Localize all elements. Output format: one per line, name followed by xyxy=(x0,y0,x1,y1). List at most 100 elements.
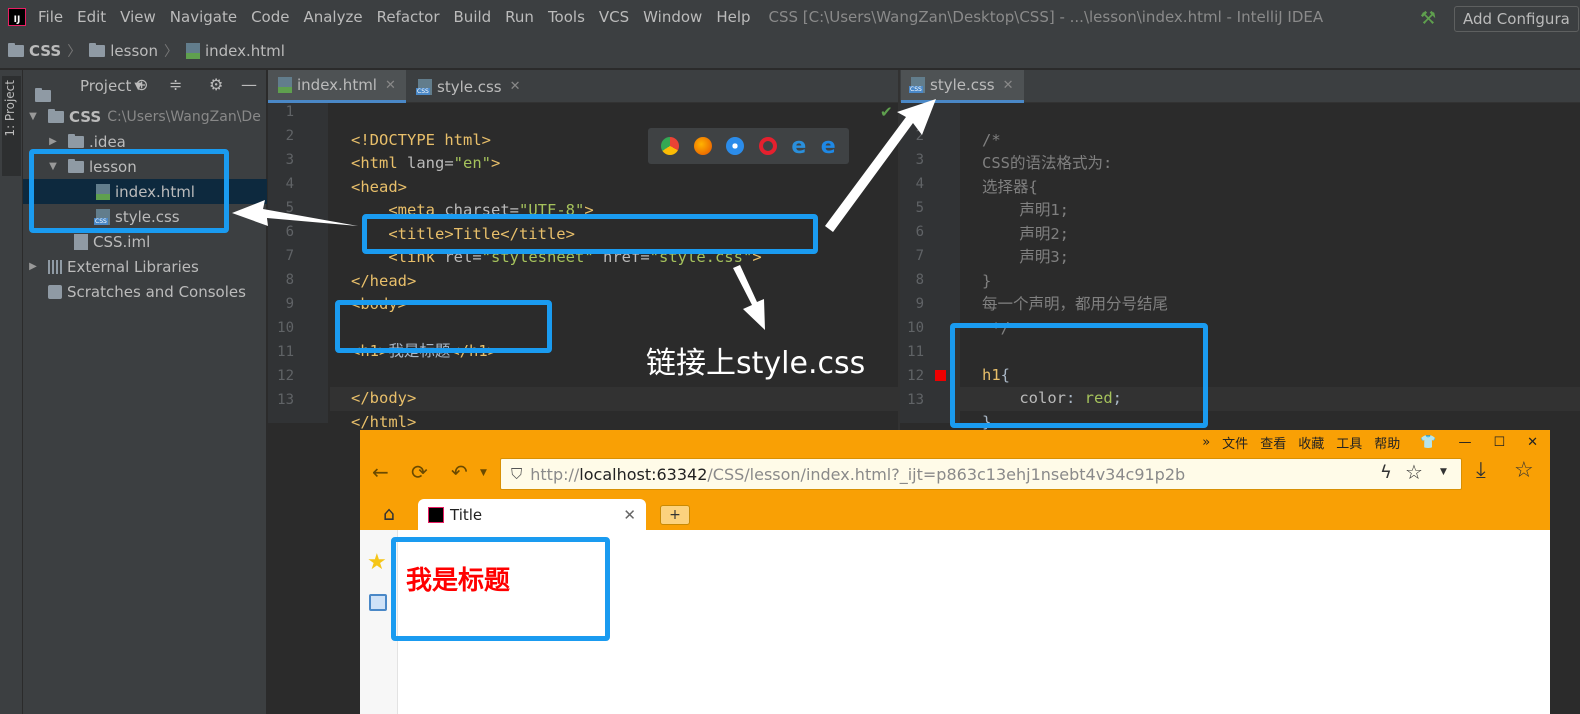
address-bar[interactable]: ⛉ http://localhost:63342/CSS/lesson/inde… xyxy=(500,458,1462,490)
line-number: 11 xyxy=(277,344,294,360)
close-icon[interactable]: ✕ xyxy=(1527,435,1538,450)
breadcrumb-label: lesson xyxy=(110,41,158,60)
internet-explorer-icon[interactable]: e xyxy=(791,134,806,159)
new-tab-button[interactable]: + xyxy=(660,505,690,525)
tab-style-css[interactable]: style.css ✕ xyxy=(408,70,531,103)
opera-icon[interactable] xyxy=(758,137,777,155)
menu-navigate[interactable]: Navigate xyxy=(170,8,237,26)
line-number: 12 xyxy=(277,368,294,384)
code-line-5: 声明2; xyxy=(982,223,1168,247)
menu-analyze[interactable]: Analyze xyxy=(303,8,362,26)
browser-tab-title[interactable]: Title ✕ xyxy=(418,499,646,531)
menu-refactor[interactable]: Refactor xyxy=(377,8,440,26)
breadcrumb-css[interactable]: CSS 〉 xyxy=(0,41,81,61)
line-number: 10 xyxy=(277,320,294,336)
add-configuration-button[interactable]: Add Configura xyxy=(1454,6,1579,32)
line-number: 10 xyxy=(907,320,924,336)
skin-shirt-icon[interactable]: 👕 xyxy=(1420,435,1436,450)
build-hammer-icon[interactable]: ⚒ xyxy=(1420,8,1436,29)
html-file-icon xyxy=(278,77,292,93)
code-token: > xyxy=(491,154,501,172)
tree-item-external-libraries[interactable]: ▶ External Libraries xyxy=(23,254,267,279)
tree-item-label: .idea xyxy=(89,132,126,151)
menu-window[interactable]: Window xyxy=(643,8,702,26)
line-number: 11 xyxy=(907,344,924,360)
browser-menu-tools[interactable]: 工具 xyxy=(1336,433,1362,452)
edge-icon[interactable]: e xyxy=(821,134,836,159)
close-icon[interactable]: ✕ xyxy=(1003,78,1014,93)
breakpoint-color-icon[interactable] xyxy=(935,370,946,381)
maximize-icon[interactable]: ☐ xyxy=(1493,435,1505,450)
menu-edit[interactable]: Edit xyxy=(77,8,106,26)
expanded-triangle-icon[interactable]: ▼ xyxy=(26,111,40,122)
collapsed-triangle-icon[interactable]: ▶ xyxy=(26,261,40,272)
project-view-dropdown[interactable]: Project xyxy=(80,77,131,95)
locate-crosshair-icon[interactable]: ⊕ xyxy=(135,75,148,94)
collapse-all-icon[interactable]: ≑ xyxy=(169,75,182,94)
library-icon xyxy=(48,259,62,274)
code-token: <!DOCTYPE html> xyxy=(351,130,491,149)
close-icon[interactable]: ✕ xyxy=(623,506,636,524)
folder-icon xyxy=(89,42,106,57)
code-token: </html> xyxy=(351,412,417,431)
close-icon[interactable]: ✕ xyxy=(510,79,521,94)
tab-label: index.html xyxy=(297,76,377,94)
firefox-icon[interactable] xyxy=(693,137,712,155)
menu-tools[interactable]: Tools xyxy=(548,8,585,26)
menu-run[interactable]: Run xyxy=(505,8,534,26)
tree-item-label: CSS.iml xyxy=(93,232,151,251)
menu-file[interactable]: File xyxy=(38,8,63,26)
close-icon[interactable]: ✕ xyxy=(385,78,396,93)
browser-menu-view[interactable]: 查看 xyxy=(1260,433,1286,452)
tree-item-css-root[interactable]: ▼ CSS C:\Users\WangZan\De xyxy=(23,104,267,129)
line-number: 8 xyxy=(915,272,924,288)
code-token: lang= xyxy=(397,154,454,172)
code-token: 声明2; xyxy=(982,224,1069,243)
home-icon[interactable]: ⌂ xyxy=(383,503,395,525)
menu-code[interactable]: Code xyxy=(251,8,289,26)
star-icon[interactable]: ★ xyxy=(367,550,387,575)
tree-item-scratches[interactable]: Scratches and Consoles xyxy=(23,279,267,304)
screen-icon[interactable] xyxy=(369,594,387,611)
line-number: 4 xyxy=(285,176,294,192)
download-icon[interactable]: ⤓ xyxy=(1476,458,1486,483)
refresh-icon[interactable]: ⟳ xyxy=(411,460,428,484)
menu-vcs[interactable]: VCS xyxy=(599,8,629,26)
line-number: 9 xyxy=(285,296,294,312)
tab-style-css-right[interactable]: style.css ✕ xyxy=(901,70,1024,103)
chrome-icon[interactable] xyxy=(661,137,680,155)
browser-menu-more[interactable]: » xyxy=(1202,435,1210,450)
line-number: 1 xyxy=(285,104,294,120)
scratches-icon xyxy=(48,284,62,299)
collapsed-triangle-icon[interactable]: ▶ xyxy=(46,136,60,147)
intellij-favicon-icon xyxy=(428,507,444,523)
chevron-down-icon[interactable]: ▼ xyxy=(480,468,487,478)
code-token: 选择器{ xyxy=(982,177,1038,196)
menu-help[interactable]: Help xyxy=(716,8,750,26)
minimize-icon[interactable]: — xyxy=(1458,435,1471,450)
url-scheme: http:// xyxy=(530,464,580,484)
browser-menu-file[interactable]: 文件 xyxy=(1222,433,1248,452)
hide-minus-icon[interactable]: — xyxy=(241,75,257,94)
favorites-star-icon[interactable]: ☆ xyxy=(1514,458,1534,483)
menu-view[interactable]: View xyxy=(120,8,156,26)
editor-tabs-right: style.css ✕ xyxy=(899,70,1580,103)
undo-arrow-icon[interactable]: ↶ xyxy=(451,460,468,484)
tab-index-html[interactable]: index.html ✕ xyxy=(268,70,406,103)
menu-build[interactable]: Build xyxy=(454,8,492,26)
safari-icon[interactable] xyxy=(726,137,745,155)
lightning-icon[interactable]: ϟ xyxy=(1380,462,1392,483)
breadcrumb-index-html[interactable]: index.html xyxy=(178,42,285,60)
line-number: 6 xyxy=(285,224,294,240)
star-outline-icon[interactable]: ☆ xyxy=(1405,460,1423,484)
tree-item-label: Scratches and Consoles xyxy=(67,282,246,301)
annotation-text: 链接上style.css xyxy=(646,346,866,381)
back-arrow-icon[interactable]: ← xyxy=(372,460,389,484)
breadcrumb-lesson[interactable]: lesson 〉 xyxy=(81,41,178,61)
browser-menu-help[interactable]: 帮助 xyxy=(1374,433,1400,452)
browser-menu-favorites[interactable]: 收藏 xyxy=(1298,433,1324,452)
folder-icon xyxy=(48,108,64,123)
highlight-box-rendered-h1 xyxy=(391,537,610,641)
chevron-down-icon[interactable]: ▼ xyxy=(1440,467,1447,477)
gear-icon[interactable]: ⚙ xyxy=(209,75,223,94)
